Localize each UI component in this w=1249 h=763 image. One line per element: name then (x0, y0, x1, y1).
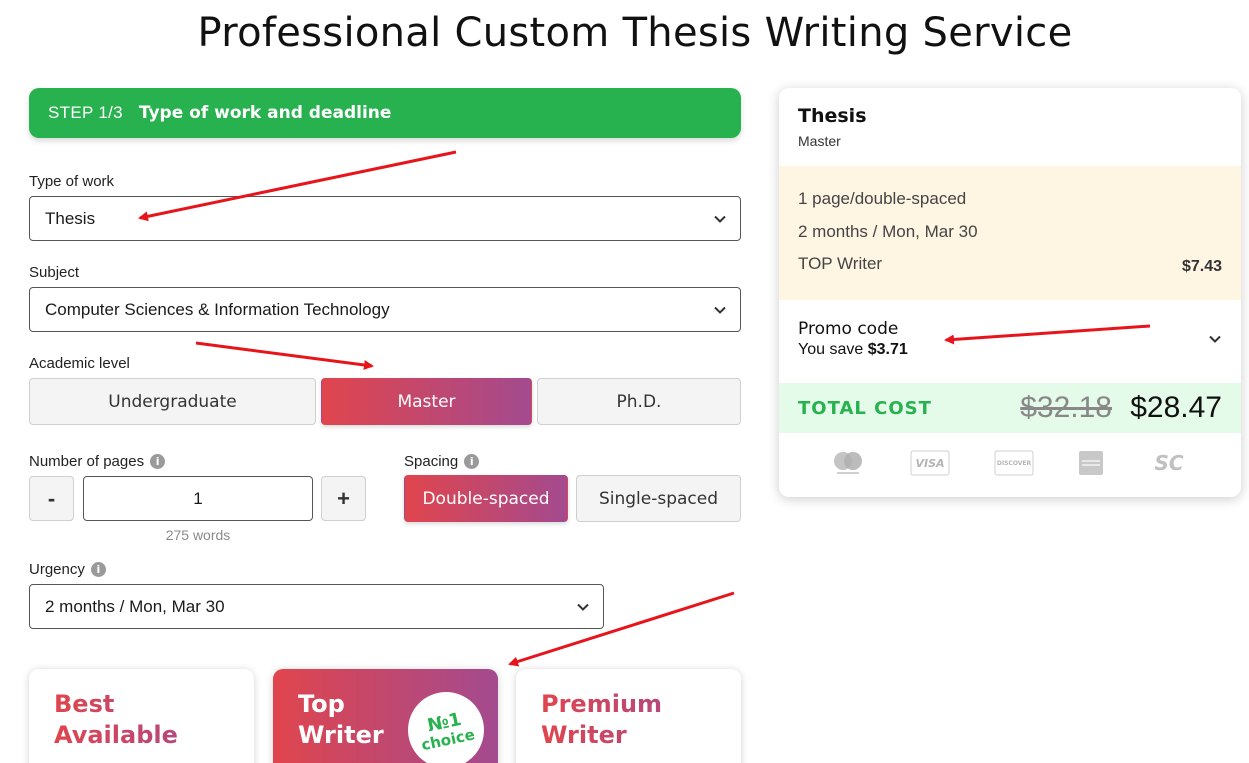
promo-code-toggle[interactable]: Promo code You save $3.71 (779, 300, 1241, 383)
type-of-work-label: Type of work (29, 173, 114, 190)
chevron-down-icon (577, 603, 589, 611)
subject-select[interactable]: Computer Sciences & Information Technolo… (29, 287, 741, 332)
pages-input[interactable] (83, 476, 313, 521)
sc-icon: SC (1149, 451, 1189, 475)
word-count: 275 words (165, 527, 231, 543)
type-of-work-select[interactable]: Thesis (29, 196, 741, 241)
spacing-double-button[interactable]: Double-spaced (404, 475, 568, 522)
step-label: Type of work and deadline (138, 103, 392, 123)
order-summary-panel: Thesis Master 1 page/double-spaced 2 mon… (779, 88, 1241, 497)
step-number: STEP 1/3 (48, 103, 123, 122)
writer-best-available-card[interactable]: Best Available (29, 669, 254, 763)
subject-label-text: Subject (29, 264, 80, 281)
urgency-label: Urgency i (29, 561, 106, 578)
visa-text: VISA (915, 457, 944, 470)
info-icon[interactable]: i (150, 454, 166, 469)
payment-methods: VISA DISCOVER SC (779, 433, 1241, 493)
academic-level-label-text: Academic level (29, 355, 130, 372)
summary-details: 1 page/double-spaced 2 months / Mon, Mar… (779, 166, 1241, 300)
summary-deadline-line: 2 months / Mon, Mar 30 (798, 221, 978, 241)
promo-savings-text: You save (798, 341, 864, 358)
pages-label-text: Number of pages (29, 453, 145, 470)
page-title: Professional Custom Thesis Writing Servi… (197, 10, 1073, 56)
type-of-work-label-text: Type of work (29, 173, 115, 190)
promo-code-label: Promo code (798, 319, 899, 339)
info-icon[interactable]: i (464, 454, 480, 469)
step-header: STEP 1/3 Type of work and deadline (29, 88, 741, 138)
spacing-single-button[interactable]: Single-spaced (576, 475, 741, 522)
writer-card-title: Premium Writer (541, 689, 716, 751)
pages-increment-button[interactable]: + (321, 476, 366, 521)
urgency-value: 2 months / Mon, Mar 30 (45, 596, 225, 616)
discover-icon: DISCOVER (994, 450, 1034, 476)
annotation-arrow (195, 341, 374, 370)
spacing-label: Spacing i (404, 453, 480, 470)
subject-label: Subject (29, 264, 79, 281)
total-cost-row: TOTAL COST $32.18 $28.47 (779, 383, 1241, 433)
level-phd-button[interactable]: Ph.D. (537, 378, 741, 425)
writer-top-card[interactable]: Top Writer №1 choice (273, 669, 498, 763)
summary-level: Master (798, 133, 841, 149)
summary-writer-line: TOP Writer (798, 254, 883, 273)
type-of-work-value: Thesis (45, 208, 96, 228)
new-price: $28.47 (1130, 391, 1222, 424)
level-master-button[interactable]: Master (321, 378, 532, 425)
spacing-label-text: Spacing (404, 453, 459, 470)
discover-text: DISCOVER (997, 460, 1032, 467)
total-cost-label: TOTAL COST (798, 397, 932, 419)
info-icon[interactable]: i (90, 562, 106, 577)
summary-writer-price: $7.43 (1181, 258, 1222, 275)
mastercard-icon (831, 451, 865, 475)
summary-pages-line: 1 page/double-spaced (798, 189, 967, 208)
old-price: $32.18 (1020, 391, 1112, 424)
urgency-select[interactable]: 2 months / Mon, Mar 30 (29, 584, 604, 629)
visa-icon: VISA (910, 450, 950, 476)
promo-savings: You save $3.71 (798, 341, 1222, 359)
summary-header: Thesis Master (779, 88, 1241, 166)
subject-value: Computer Sciences & Information Technolo… (45, 299, 390, 319)
chevron-down-icon (714, 306, 726, 314)
amex-icon (1078, 451, 1104, 475)
level-undergraduate-button[interactable]: Undergraduate (29, 378, 316, 425)
writer-premium-card[interactable]: Premium Writer (516, 669, 741, 763)
summary-title: Thesis (798, 105, 867, 127)
pages-label: Number of pages i (29, 453, 166, 470)
chevron-down-icon[interactable] (1208, 332, 1222, 346)
writer-card-title: Best Available (54, 689, 229, 751)
academic-level-label: Academic level (29, 355, 130, 372)
sc-text: SC (1154, 451, 1183, 475)
promo-savings-amount: $3.71 (867, 341, 908, 358)
chevron-down-icon (714, 215, 726, 223)
urgency-label-text: Urgency (29, 561, 85, 578)
pages-decrement-button[interactable]: - (29, 476, 74, 521)
